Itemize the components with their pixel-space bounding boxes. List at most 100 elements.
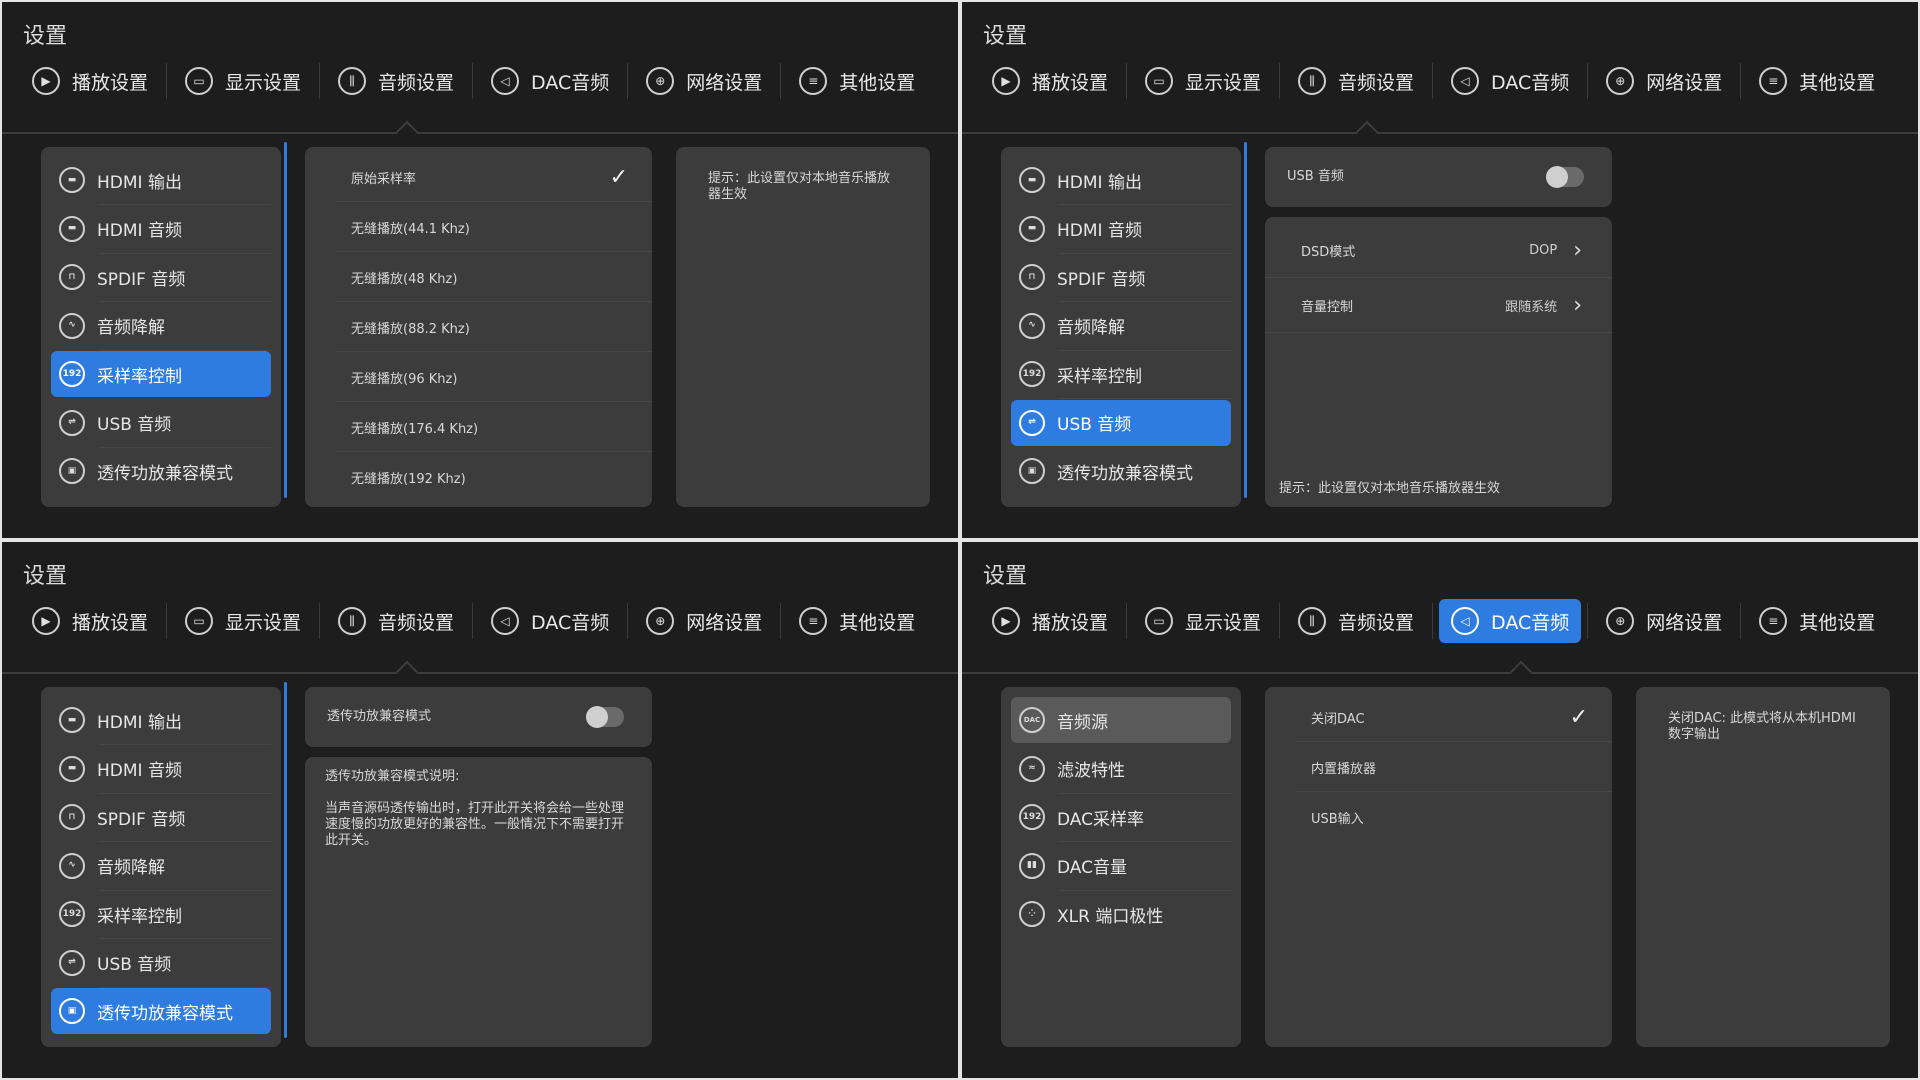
passthrough-toggle[interactable] <box>586 706 624 728</box>
chevron-right-icon: › <box>1573 237 1582 263</box>
option-96k[interactable]: 无缝播放(96 Khz) <box>305 352 652 402</box>
divider <box>166 63 168 99</box>
sidebar-item-usb-audio[interactable]: ⇌ USB 音频 <box>51 940 271 988</box>
hint-panel: 关闭DAC: 此模式将从本机HDMI数字输出 <box>1636 687 1890 1047</box>
tab-display[interactable]: ▭ 显示设置 <box>173 59 313 103</box>
sidebar-item-passthrough[interactable]: ▣ 透传功放兼容模式 <box>51 448 271 494</box>
option-usb-input[interactable]: USB输入 <box>1265 792 1612 842</box>
sidebar-item-label: 音频降解 <box>97 318 165 338</box>
sidebar-item-sample-rate[interactable]: 192 采样率控制 <box>1011 351 1231 399</box>
sidebar-item-passthrough[interactable]: ▣ 透传功放兼容模式 <box>1011 448 1231 494</box>
tab-display[interactable]: ▭ 显示设置 <box>173 599 313 643</box>
page-title: 设置 <box>983 564 1028 589</box>
sidebar-item-dac-volume[interactable]: ▮▮ DAC音量 <box>1011 843 1231 891</box>
sidebar-item-spdif[interactable]: ⊓ SPDIF 音频 <box>1011 254 1231 302</box>
tab-other[interactable]: ≡ 其他设置 <box>1747 599 1887 643</box>
sidebar-item-passthrough[interactable]: ▣ 透传功放兼容模式 <box>51 988 271 1034</box>
sidebar-item-spdif[interactable]: ⊓ SPDIF 音频 <box>51 794 271 842</box>
tab-audio[interactable]: ⫼ 音频设置 <box>326 599 466 643</box>
play-icon: ▶ <box>32 67 60 95</box>
option-label: 原始采样率 <box>351 171 417 187</box>
tab-label: 显示设置 <box>225 611 302 634</box>
sidebar-item-downmix[interactable]: ∿ 音频降解 <box>51 843 271 891</box>
sidebar-item-hdmi-audio[interactable]: ▬ HDMI 音频 <box>1011 206 1231 254</box>
sidebar-item-hdmi-output[interactable]: ▬ HDMI 输出 <box>51 157 271 205</box>
volume-control-row[interactable]: 音量控制 跟随系统 › <box>1265 278 1612 332</box>
sidebar-item-label: HDMI 音频 <box>97 221 182 241</box>
screen-dac-audio: 设置 ▶ 播放设置 ▭ 显示设置 ⫼ 音频设置 ◁ DAC音频 ⊕ 网络设置 ≡ 其他设置 … <box>962 542 1918 1078</box>
sidebar-item-hdmi-audio[interactable]: ▬ HDMI 音频 <box>51 746 271 794</box>
speaker-icon: ◁ <box>1451 607 1480 635</box>
tab-network[interactable]: ⊕ 网络设置 <box>634 59 774 103</box>
sidebar-item-spdif[interactable]: ⊓ SPDIF 音频 <box>51 254 271 302</box>
play-icon: ▶ <box>992 607 1020 635</box>
sidebar-item-usb-audio[interactable]: ⇌ USB 音频 <box>1011 399 1231 446</box>
sidebar-item-hdmi-audio[interactable]: ▬ HDMI 音频 <box>51 206 271 254</box>
option-176k[interactable]: 无缝播放(176.4 Khz) <box>305 402 652 452</box>
tab-display[interactable]: ▭ 显示设置 <box>1133 599 1273 643</box>
tab-audio[interactable]: ⫼ 音频设置 <box>326 59 466 103</box>
sidebar-item-downmix[interactable]: ∿ 音频降解 <box>51 303 271 351</box>
tab-network[interactable]: ⊕ 网络设置 <box>634 599 774 643</box>
option-original[interactable]: 原始采样率 ✓ <box>305 152 652 202</box>
tab-label: 播放设置 <box>72 611 149 634</box>
sidebar-item-sample-rate[interactable]: 192 采样率控制 <box>51 351 271 397</box>
sidebar-item-label: HDMI 音频 <box>97 761 182 781</box>
tab-network[interactable]: ⊕ 网络设置 <box>1594 59 1734 103</box>
screen-sample-rate: 设置 ▶ 播放设置 ▭ 显示设置 ⫼ 音频设置 ◁ DAC音频 ⊕ 网络设置 ≡ 其他设置 … <box>2 2 958 538</box>
spdif-icon: ⊓ <box>1019 264 1045 290</box>
tab-other[interactable]: ≡ 其他设置 <box>1747 59 1887 103</box>
tab-playback[interactable]: ▶ 播放设置 <box>980 59 1120 103</box>
sidebar-item-label: 音频降解 <box>1057 318 1125 338</box>
tab-label: 音频设置 <box>1338 611 1415 634</box>
sidebar-item-filter[interactable]: ≈ 滤波特性 <box>1011 746 1231 794</box>
option-builtin-player[interactable]: 内置播放器 <box>1265 742 1612 792</box>
tab-other[interactable]: ≡ 其他设置 <box>787 59 927 103</box>
usb-audio-toggle-row[interactable]: USB 音频 <box>1265 147 1612 207</box>
option-dac-off[interactable]: 关闭DAC ✓ <box>1265 692 1612 742</box>
sidebar-item-downmix[interactable]: ∿ 音频降解 <box>1011 303 1231 351</box>
option-44k[interactable]: 无缝播放(44.1 Khz) <box>305 202 652 252</box>
tab-playback[interactable]: ▶ 播放设置 <box>20 59 160 103</box>
option-88k[interactable]: 无缝播放(88.2 Khz) <box>305 302 652 352</box>
sidebar-item-hdmi-output[interactable]: ▬ HDMI 输出 <box>51 697 271 745</box>
tab-playback[interactable]: ▶ 播放设置 <box>20 599 160 643</box>
sidebar-item-dac-sample-rate[interactable]: 192 DAC采样率 <box>1011 794 1231 842</box>
sample-rate-icon: 192 <box>59 361 85 387</box>
tab-display[interactable]: ▭ 显示设置 <box>1133 59 1273 103</box>
option-label: 无缝播放(48 Khz) <box>351 271 458 287</box>
dsd-mode-row[interactable]: DSD模式 DOP › <box>1265 223 1612 277</box>
option-48k[interactable]: 无缝播放(48 Khz) <box>305 252 652 302</box>
tab-audio[interactable]: ⫼ 音频设置 <box>1286 599 1426 643</box>
divider <box>1587 63 1589 99</box>
tab-dac[interactable]: ◁ DAC音频 <box>1439 599 1582 643</box>
option-label: 关闭DAC <box>1311 711 1365 727</box>
top-tabs: ▶ 播放设置 ▭ 显示设置 ⫼ 音频设置 ◁ DAC音频 ⊕ 网络设置 ≡ 其他设置 <box>980 599 1887 643</box>
tab-other[interactable]: ≡ 其他设置 <box>787 599 927 643</box>
passthrough-label: 透传功放兼容模式 <box>327 709 432 724</box>
sidebar-item-xlr-polarity[interactable]: ⁘ XLR 端口极性 <box>1011 891 1231 937</box>
option-192k[interactable]: 无缝播放(192 Khz) <box>305 452 652 502</box>
globe-icon: ⊕ <box>646 67 675 95</box>
usb-audio-toggle[interactable] <box>1546 166 1584 188</box>
tab-label: 播放设置 <box>1032 611 1109 634</box>
passthrough-icon: ▣ <box>59 998 85 1024</box>
tab-network[interactable]: ⊕ 网络设置 <box>1594 599 1734 643</box>
tab-dac[interactable]: ◁ DAC音频 <box>1439 59 1581 103</box>
menu-icon: ≡ <box>1759 67 1788 95</box>
tab-dac[interactable]: ◁ DAC音频 <box>479 59 621 103</box>
tab-pointer <box>1509 660 1533 684</box>
tab-audio[interactable]: ⫼ 音频设置 <box>1286 59 1426 103</box>
sidebar-item-hdmi-output[interactable]: ▬ HDMI 输出 <box>1011 157 1231 205</box>
passthrough-toggle-row[interactable]: 透传功放兼容模式 <box>305 687 652 747</box>
tab-pointer <box>395 660 419 684</box>
sidebar-item-usb-audio[interactable]: ⇌ USB 音频 <box>51 400 271 448</box>
tab-playback[interactable]: ▶ 播放设置 <box>980 599 1120 643</box>
tab-dac[interactable]: ◁ DAC音频 <box>479 599 621 643</box>
divider <box>1740 603 1742 639</box>
sidebar-item-audio-source[interactable]: DAC 音频源 <box>1011 697 1231 743</box>
sidebar-item-label: USB 音频 <box>97 955 172 975</box>
sidebar-item-sample-rate[interactable]: 192 采样率控制 <box>51 891 271 939</box>
play-icon: ▶ <box>32 607 60 635</box>
divider <box>1279 63 1281 99</box>
